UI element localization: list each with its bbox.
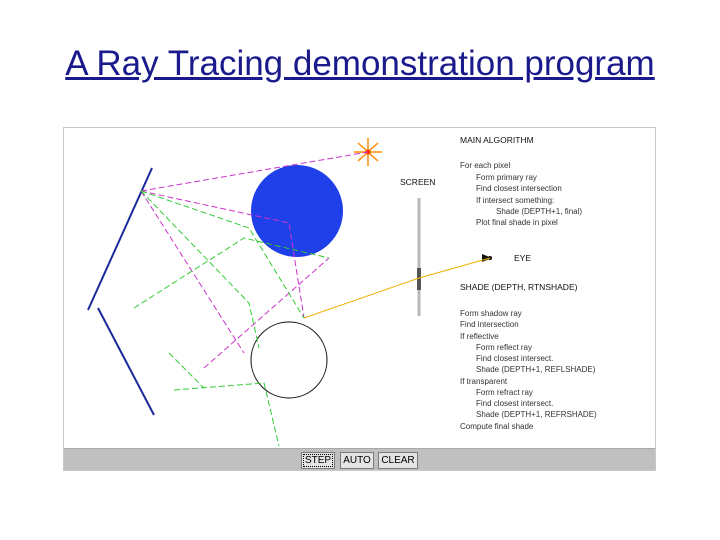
- shade-line: Form refract ray: [476, 388, 533, 397]
- shade-line: Shade (DEPTH+1, REFRSHADE): [476, 410, 597, 419]
- shade-line: If transparent: [460, 377, 508, 386]
- shade-title: SHADE (DEPTH, RTNSHADE): [460, 282, 578, 292]
- lower-mirror: [97, 307, 155, 416]
- ray-tracing-scene: SCREEN EYE MAIN ALGORITHM For each pixel…: [87, 135, 597, 447]
- blue-sphere: [251, 165, 343, 257]
- shade-line: Find closest intersect.: [476, 354, 553, 363]
- shadow-ray-2: [140, 190, 260, 349]
- main-line: Form primary ray: [476, 173, 537, 182]
- upper-mirror: [87, 167, 153, 311]
- shade-line: Shade (DEPTH+1, REFLSHADE): [476, 365, 596, 374]
- slide-title[interactable]: A Ray Tracing demonstration program: [0, 44, 720, 84]
- shade-line: Compute final shade: [460, 422, 534, 431]
- main-line: Plot final shade in pixel: [476, 218, 558, 227]
- raytracer-applet: SCREEN EYE MAIN ALGORITHM For each pixel…: [63, 127, 656, 471]
- step-button[interactable]: STEP: [301, 452, 335, 469]
- main-line: If intersect something:: [476, 196, 554, 205]
- clear-button[interactable]: CLEAR: [378, 452, 418, 469]
- main-line: For each pixel: [460, 161, 510, 170]
- auto-button[interactable]: AUTO: [340, 452, 374, 469]
- eye-label: EYE: [514, 253, 531, 263]
- shade-line: Find closest intersect.: [476, 399, 553, 408]
- shade-line: Form shadow ray: [460, 309, 522, 318]
- shade-line: Form reflect ray: [476, 343, 532, 352]
- outline-sphere: [250, 321, 328, 399]
- algorithm-panel: MAIN ALGORITHM For each pixel Form prima…: [460, 135, 597, 431]
- shade-line: If reflective: [460, 332, 499, 341]
- main-line: Find closest intersection: [476, 184, 562, 193]
- screen-label: SCREEN: [400, 177, 435, 187]
- shadow-ray-5: [173, 382, 280, 447]
- shade-line: Find intersection: [460, 320, 519, 329]
- main-algorithm-title: MAIN ALGORITHM: [460, 135, 534, 145]
- eye-icon: [482, 254, 492, 262]
- shadow-ray-4: [168, 352, 205, 389]
- main-line: Shade (DEPTH+1, final): [496, 207, 582, 216]
- reflect-ray-3: [203, 257, 330, 369]
- reflect-ray-2: [140, 190, 245, 354]
- applet-toolbar: STEP AUTO CLEAR: [64, 448, 655, 470]
